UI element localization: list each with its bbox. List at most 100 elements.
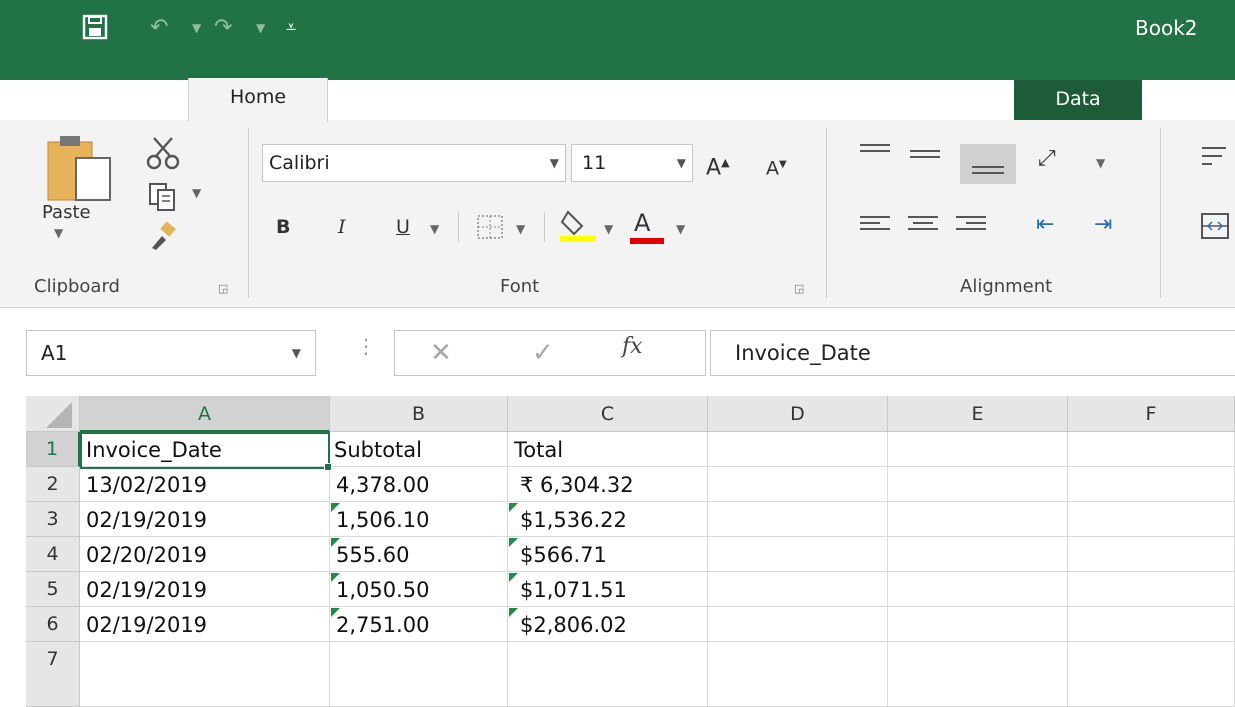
column-header-d[interactable]: D <box>708 396 888 432</box>
error-indicator-icon[interactable] <box>331 503 340 512</box>
row-header-5[interactable]: 5 <box>26 572 80 607</box>
bold-button[interactable]: B <box>276 212 290 242</box>
copy-icon[interactable] <box>148 182 178 212</box>
align-center-icon[interactable] <box>906 212 940 242</box>
copy-dropdown-icon[interactable]: ▼ <box>192 186 201 200</box>
fill-color-dropdown-icon[interactable]: ▼ <box>604 214 613 244</box>
cell-b5[interactable]: 1,050.50 <box>330 572 508 607</box>
cell-b2[interactable]: 4,378.00 <box>330 467 508 502</box>
cell-empty[interactable] <box>888 607 1068 642</box>
decrease-indent-icon[interactable]: ⇤ <box>1036 210 1054 240</box>
align-top-icon[interactable] <box>858 140 892 170</box>
cell-a3[interactable]: 02/19/2019 <box>80 502 330 537</box>
format-painter-icon[interactable] <box>148 222 178 252</box>
cell-empty[interactable] <box>1068 607 1235 642</box>
chevron-down-icon[interactable]: ▼ <box>292 331 301 375</box>
cell-b3[interactable]: 1,506.10 <box>330 502 508 537</box>
orientation-dropdown-icon[interactable]: ▼ <box>1096 148 1105 178</box>
formula-bar-grip-icon[interactable]: ⋮ <box>356 334 376 358</box>
fill-handle[interactable] <box>324 463 332 471</box>
clipboard-launcher-icon[interactable]: ◲ <box>218 282 232 296</box>
cell-empty[interactable] <box>888 537 1068 572</box>
row-header-3[interactable]: 3 <box>26 502 80 537</box>
tab-insert[interactable]: Insert <box>398 80 481 120</box>
cell-b6[interactable]: 2,751.00 <box>330 607 508 642</box>
cell-b1[interactable]: Subtotal <box>330 432 508 467</box>
cell-empty[interactable] <box>708 607 888 642</box>
tab-home[interactable]: Home <box>188 78 328 122</box>
cell-a5[interactable]: 02/19/2019 <box>80 572 330 607</box>
font-launcher-icon[interactable]: ◲ <box>794 282 808 296</box>
tab-formulas[interactable]: Formulas <box>806 80 921 120</box>
error-indicator-icon[interactable] <box>509 608 518 617</box>
save-icon[interactable] <box>82 14 108 40</box>
error-indicator-icon[interactable] <box>331 608 340 617</box>
wrap-text-icon[interactable] <box>1200 144 1230 172</box>
align-bottom-icon[interactable] <box>960 144 1016 184</box>
tab-page-layout[interactable]: Page Layout <box>546 80 691 120</box>
undo-icon[interactable]: ↶ <box>150 14 168 42</box>
undo-dropdown-icon[interactable]: ▼ <box>192 14 201 42</box>
cell-c4[interactable]: $566.71 <box>508 537 708 572</box>
cell-empty[interactable] <box>888 572 1068 607</box>
cell-empty[interactable] <box>888 467 1068 502</box>
chevron-down-icon[interactable]: ▼ <box>550 145 559 181</box>
cell-a6[interactable]: 02/19/2019 <box>80 607 330 642</box>
borders-dropdown-icon[interactable]: ▼ <box>516 214 525 244</box>
cell-a2[interactable]: 13/02/2019 <box>80 467 330 502</box>
cell-empty[interactable] <box>1068 432 1235 467</box>
cut-icon[interactable] <box>146 136 180 170</box>
cell-empty[interactable] <box>708 537 888 572</box>
merge-center-icon[interactable] <box>1200 212 1230 240</box>
cell-empty[interactable] <box>708 432 888 467</box>
paste-icon[interactable] <box>46 134 126 204</box>
font-name-select[interactable]: Calibri ▼ <box>262 144 566 182</box>
error-indicator-icon[interactable] <box>509 538 518 547</box>
error-indicator-icon[interactable] <box>331 538 340 547</box>
cell-empty[interactable] <box>888 502 1068 537</box>
cell-b4[interactable]: 555.60 <box>330 537 508 572</box>
row-header-6[interactable]: 6 <box>26 607 80 642</box>
cell-empty[interactable] <box>888 642 1068 707</box>
row-header-2[interactable]: 2 <box>26 467 80 502</box>
cell-empty[interactable] <box>1068 467 1235 502</box>
grow-font-button[interactable]: A▲ <box>706 148 730 183</box>
font-size-select[interactable]: 11 ▼ <box>571 144 693 182</box>
column-header-a[interactable]: A <box>80 396 330 432</box>
cell-a4[interactable]: 02/20/2019 <box>80 537 330 572</box>
cell-empty[interactable] <box>708 642 888 707</box>
font-color-button[interactable]: A <box>634 208 650 238</box>
insert-function-icon[interactable]: fx <box>622 334 643 359</box>
formula-input[interactable]: Invoice_Date <box>710 330 1235 376</box>
align-left-icon[interactable] <box>858 212 892 242</box>
column-header-c[interactable]: C <box>508 396 708 432</box>
row-header-1[interactable]: 1 <box>26 432 80 467</box>
error-indicator-icon[interactable] <box>331 573 340 582</box>
cell-empty[interactable] <box>1068 537 1235 572</box>
underline-button[interactable]: U <box>396 212 410 242</box>
enter-icon[interactable]: ✓ <box>532 338 554 368</box>
orientation-icon[interactable]: ⤢ <box>1038 144 1056 174</box>
error-indicator-icon[interactable] <box>509 573 518 582</box>
error-indicator-icon[interactable] <box>509 503 518 512</box>
row-header-7[interactable]: 7 <box>26 642 80 707</box>
cell-c1[interactable]: Total <box>508 432 708 467</box>
tab-file[interactable]: File <box>80 80 140 120</box>
column-header-f[interactable]: F <box>1068 396 1235 432</box>
cell-empty[interactable] <box>330 642 508 707</box>
chevron-down-icon[interactable]: ▼ <box>677 145 686 181</box>
shrink-font-button[interactable]: A▼ <box>766 150 787 183</box>
font-color-dropdown-icon[interactable]: ▼ <box>676 214 685 244</box>
cell-c2[interactable]: ₹ 6,304.32 <box>508 467 708 502</box>
align-right-icon[interactable] <box>954 212 988 242</box>
cell-empty[interactable] <box>1068 642 1235 707</box>
redo-icon[interactable]: ↷ <box>214 14 232 42</box>
cell-c6[interactable]: $2,806.02 <box>508 607 708 642</box>
fill-color-icon[interactable] <box>558 208 598 244</box>
tab-data[interactable]: Data <box>1014 80 1142 120</box>
column-header-e[interactable]: E <box>888 396 1068 432</box>
borders-icon[interactable] <box>476 214 504 240</box>
cancel-icon[interactable]: ✕ <box>430 338 452 368</box>
paste-label[interactable]: Paste <box>42 202 91 223</box>
customize-quick-access-icon[interactable]: ⩡ <box>286 14 296 42</box>
